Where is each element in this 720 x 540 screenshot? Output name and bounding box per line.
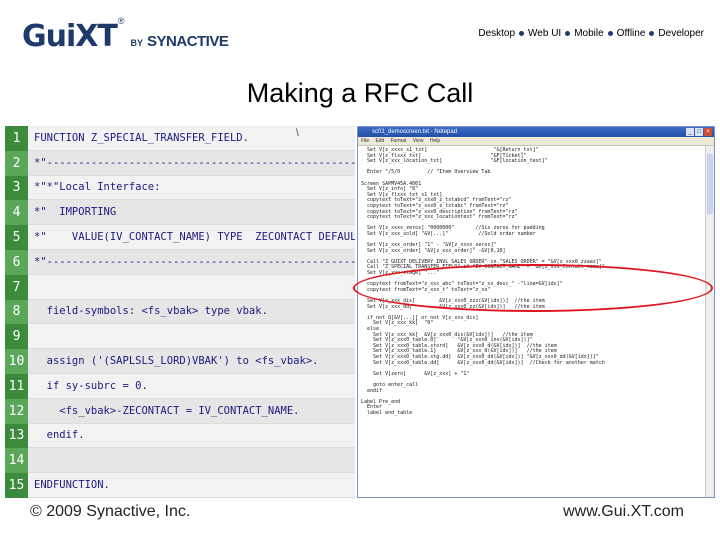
code-line: 4 *" IMPORTING <box>5 200 355 226</box>
code-line: 8 field-symbols: <fs_vbak> type vbak. <box>5 299 355 325</box>
menu-format[interactable]: Format <box>390 138 406 144</box>
line-number: 5 <box>5 225 28 250</box>
code-text: *" IMPORTING <box>28 200 355 226</box>
nav-mobile[interactable]: Mobile <box>574 28 603 39</box>
code-text: *"--------------------------------------… <box>28 250 355 275</box>
code-line: 13 endif. <box>5 423 355 449</box>
nav-web-ui[interactable]: Web UI <box>528 28 561 39</box>
nav-desktop[interactable]: Desktop <box>478 28 515 39</box>
close-icon[interactable]: × <box>704 128 712 136</box>
abap-code-listing: 1 FUNCTION Z_SPECIAL_TRANSFER_FIELD. 2 *"--… <box>5 126 355 498</box>
code-line: 11 if sy-subrc = 0. <box>5 374 355 399</box>
script-editor-window[interactable]: sc01_demoscreen.txt - Notepad _ □ × File… <box>357 126 715 498</box>
guixt-logo: GuiXT ® BY SYNACTIVE <box>22 16 229 54</box>
code-text: *"*"Local Interface: <box>28 176 355 201</box>
line-number: 1 <box>5 126 28 151</box>
maximize-icon[interactable]: □ <box>695 128 703 136</box>
code-text: <fs_vbak>-ZECONTACT = IV_CONTACT_NAME. <box>28 398 355 424</box>
window-menu-bar: File Edit Format View Help <box>358 137 714 146</box>
line-number: 10 <box>5 349 28 374</box>
code-line: 5 *" VALUE(IV_CONTACT_NAME) TYPE ZECONTAC… <box>5 225 355 250</box>
window-title-bar[interactable]: sc01_demoscreen.txt - Notepad _ □ × <box>358 127 714 137</box>
top-navigation: Desktop Web UI Mobile Offline Developer <box>478 28 704 39</box>
logo-by-text: BY <box>130 38 144 48</box>
rfc-call-highlight-ellipse <box>353 264 713 312</box>
line-number: 14 <box>5 448 28 474</box>
menu-help[interactable]: Help <box>430 138 440 144</box>
code-line: 6 *"-------------------------------------… <box>5 250 355 275</box>
line-number: 12 <box>5 398 28 424</box>
line-number: 6 <box>5 250 28 275</box>
nav-offline[interactable]: Offline <box>617 28 646 39</box>
code-line: 2 *"-------------------------------------… <box>5 150 355 176</box>
script-text-area[interactable]: Set V[z_xxxx_s1_txt] "&[Return_txt]" Set… <box>358 146 706 497</box>
copyright-text: © 2009 Synactive, Inc. <box>30 503 191 520</box>
menu-view[interactable]: View <box>413 138 424 144</box>
code-text: *"--------------------------------------… <box>28 150 355 176</box>
code-text: field-symbols: <fs_vbak> type vbak. <box>28 299 355 325</box>
nav-bullet-icon <box>565 31 571 36</box>
logo-guixt-text: GuiXT <box>22 19 118 54</box>
menu-file[interactable]: File <box>361 138 369 144</box>
logo-synactive-text: SYNACTIVE <box>147 33 229 50</box>
code-text: FUNCTION Z_SPECIAL_TRANSFER_FIELD. <box>28 126 355 151</box>
code-text <box>28 324 355 350</box>
code-text: assign ('(SAPLSLS_LORD)VBAK') to <fs_vba… <box>28 349 355 374</box>
window-controls: _ □ × <box>686 128 712 136</box>
code-text: ENDFUNCTION. <box>28 473 355 498</box>
code-tick-mark: \ <box>296 128 299 139</box>
line-number: 4 <box>5 200 28 226</box>
minimize-icon[interactable]: _ <box>686 128 694 136</box>
nav-bullet-icon <box>607 31 613 36</box>
code-line: 15 ENDFUNCTION. <box>5 473 355 498</box>
vertical-scrollbar[interactable] <box>705 146 714 497</box>
window-title: sc01_demoscreen.txt - Notepad <box>372 129 458 135</box>
code-text: endif. <box>28 424 355 449</box>
nav-bullet-icon <box>519 31 525 36</box>
line-number: 13 <box>5 423 28 449</box>
line-number: 9 <box>5 324 28 350</box>
code-text: if sy-subrc = 0. <box>28 374 355 399</box>
code-text <box>28 448 355 474</box>
line-number: 11 <box>5 374 28 399</box>
code-line: 10 assign ('(SAPLSLS_LORD)VBAK') to <fs_… <box>5 349 355 374</box>
code-line: 1 FUNCTION Z_SPECIAL_TRANSFER_FIELD. <box>5 126 355 151</box>
code-line: 7 <box>5 274 355 300</box>
nav-developer[interactable]: Developer <box>658 28 704 39</box>
code-text <box>28 275 355 300</box>
code-text: *" VALUE(IV_CONTACT_NAME) TYPE ZECONTACT… <box>28 225 355 250</box>
line-number: 8 <box>5 299 28 325</box>
code-line: 14 <box>5 448 355 474</box>
menu-edit[interactable]: Edit <box>375 138 384 144</box>
line-number: 2 <box>5 150 28 176</box>
code-line: 3 *"*"Local Interface: <box>5 175 355 201</box>
slide-title: Making a RFC Call <box>246 78 474 108</box>
logo-registered-mark: ® <box>117 16 125 26</box>
code-line: 12 <fs_vbak>-ZECONTACT = IV_CONTACT_NAME… <box>5 398 355 424</box>
line-number: 15 <box>5 473 28 498</box>
website-link[interactable]: www.Gui.XT.com <box>563 503 684 521</box>
line-number: 3 <box>5 175 28 201</box>
scrollbar-thumb[interactable] <box>707 154 713 214</box>
code-line: 9 <box>5 324 355 350</box>
line-number: 7 <box>5 274 28 300</box>
nav-bullet-icon <box>649 31 655 36</box>
